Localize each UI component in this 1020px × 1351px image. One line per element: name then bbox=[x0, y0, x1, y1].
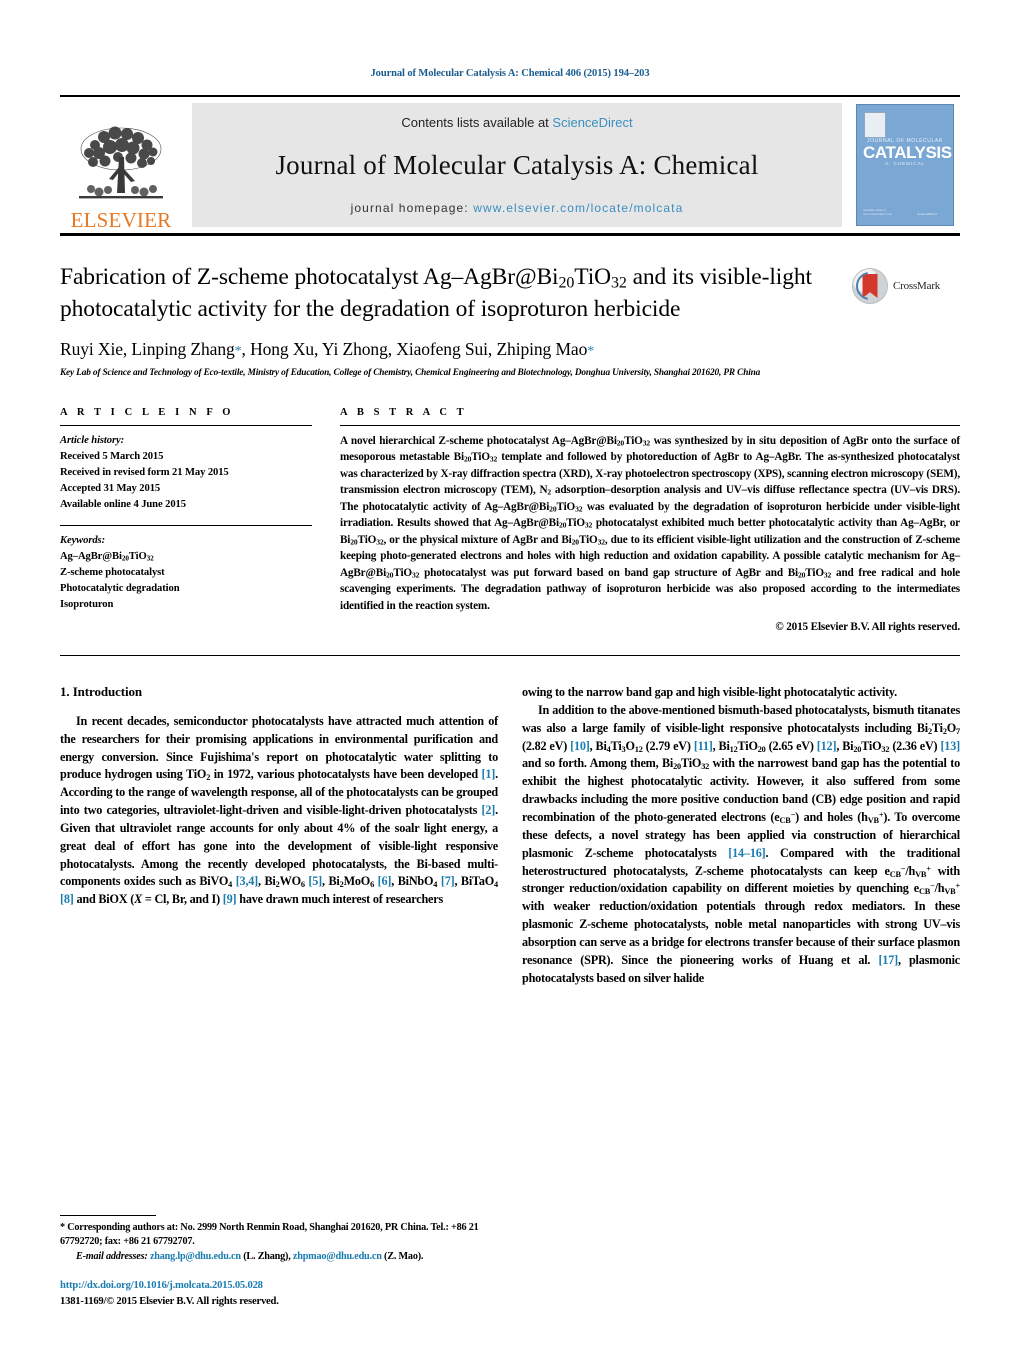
section-title-introduction: 1. Introduction bbox=[60, 683, 143, 699]
citation-1[interactable]: [1] bbox=[482, 767, 496, 781]
cover-title-group: JOURNAL OF MOLECULAR CATALYSIS A: CHEMIC… bbox=[863, 138, 952, 166]
citation-11[interactable]: [11] bbox=[694, 739, 713, 753]
running-head: Journal of Molecular Catalysis A: Chemic… bbox=[370, 68, 650, 79]
crossmark-icon bbox=[852, 268, 888, 304]
email-label: E-mail addresses: bbox=[76, 1250, 148, 1262]
crossmark-label: CrossMark bbox=[893, 280, 941, 292]
elsevier-tree-icon bbox=[79, 126, 163, 199]
footnote-block: * Corresponding authors at: No. 2999 Nor… bbox=[60, 1214, 480, 1309]
abstract-heading: A B S T R A C T bbox=[340, 406, 468, 418]
citation-17[interactable]: [17] bbox=[878, 953, 898, 967]
elsevier-logo: ELSEVIER bbox=[60, 97, 182, 233]
keyword-item-2: Z-scheme photocatalyst bbox=[60, 567, 165, 579]
citation-12[interactable]: [12] bbox=[817, 739, 837, 753]
journal-band: Contents lists available at ScienceDirec… bbox=[192, 103, 842, 227]
corresponding-author-marker-1: * bbox=[234, 344, 242, 360]
journal-title: Journal of Molecular Catalysis A: Chemic… bbox=[275, 150, 759, 180]
abstract-copyright: © 2015 Elsevier B.V. All rights reserved… bbox=[775, 620, 960, 633]
journal-cover-thumbnail[interactable]: JOURNAL OF MOLECULAR CATALYSIS A: CHEMIC… bbox=[850, 97, 960, 233]
journal-masthead: ELSEVIER Contents lists available at Sci… bbox=[60, 95, 960, 236]
doi-link[interactable]: http://dx.doi.org/10.1016/j.molcata.2015… bbox=[60, 1278, 480, 1293]
keywords-rule bbox=[60, 525, 312, 527]
article-first-page: Journal of Molecular Catalysis A: Chemic… bbox=[0, 0, 1020, 1351]
citation-8[interactable]: [8] bbox=[60, 892, 74, 906]
homepage-prefix: journal homepage: bbox=[350, 201, 474, 215]
citation-13[interactable]: [13] bbox=[940, 739, 960, 753]
article-info-heading: A R T I C L E I N F O bbox=[60, 406, 235, 418]
footnote-rule bbox=[60, 1214, 156, 1216]
journal-homepage-link[interactable]: www.elsevier.com/locate/molcata bbox=[473, 201, 683, 215]
title-block: Fabrication of Z-scheme photocatalyst Ag… bbox=[60, 262, 960, 381]
email-owner-1: (L. Zhang), bbox=[243, 1250, 291, 1262]
email-owner-2: (Z. Mao). bbox=[384, 1250, 424, 1262]
abstract-column: A B S T R A C T A novel hierarchical Z-s… bbox=[330, 407, 960, 633]
abstract-rule bbox=[340, 424, 960, 426]
journal-homepage-line: journal homepage: www.elsevier.com/locat… bbox=[351, 201, 684, 215]
paragraph-intro-1: In recent decades, semiconductor photoca… bbox=[60, 713, 498, 907]
email-addresses-note: E-mail addresses: zhang.lp@dhu.edu.cn (L… bbox=[60, 1250, 480, 1264]
citation-10[interactable]: [10] bbox=[570, 739, 590, 753]
sciencedirect-link[interactable]: ScienceDirect bbox=[552, 115, 632, 130]
citation-9[interactable]: [9] bbox=[223, 892, 237, 906]
issn-copyright-line: 1381-1169/© 2015 Elsevier B.V. All right… bbox=[60, 1295, 279, 1307]
abstract-bottom-rule bbox=[60, 654, 960, 656]
info-abstract-row: A R T I C L E I N F O Article history: R… bbox=[60, 407, 960, 633]
contents-lists-line: Contents lists available at ScienceDirec… bbox=[401, 115, 632, 130]
email-link-2[interactable]: zhpmao@dhu.edu.cn bbox=[293, 1251, 382, 1262]
email-link-1[interactable]: zhang.lp@dhu.edu.cn bbox=[150, 1251, 241, 1262]
cover-image: JOURNAL OF MOLECULAR CATALYSIS A: CHEMIC… bbox=[856, 104, 954, 226]
history-item-accepted: Accepted 31 May 2015 bbox=[60, 482, 161, 494]
article-history-label: Article history: bbox=[60, 434, 125, 446]
citation-14-16[interactable]: [14–16] bbox=[728, 846, 765, 860]
contents-prefix: Contents lists available at bbox=[401, 115, 553, 130]
keywords-label: Keywords: bbox=[60, 535, 106, 547]
keyword-item-3: Photocatalytic degradation bbox=[60, 583, 180, 595]
history-item-received: Received 5 March 2015 bbox=[60, 450, 164, 462]
cover-footer-right: ScienceDirect bbox=[917, 212, 937, 217]
keyword-item-4: Isoproturon bbox=[60, 598, 114, 610]
citation-7[interactable]: [7] bbox=[441, 874, 455, 888]
article-info-rule bbox=[60, 424, 312, 426]
citation-5[interactable]: [5] bbox=[308, 874, 322, 888]
cover-footer-left: Available online at www.sciencedirect.co… bbox=[863, 209, 892, 216]
paragraph-intro-2: In addition to the above-mentioned bismu… bbox=[522, 702, 961, 985]
body-column-right: owing to the narrow band gap and high vi… bbox=[522, 684, 960, 987]
history-item-online: Available online 4 June 2015 bbox=[60, 498, 186, 510]
history-item-revised: Received in revised form 21 May 2015 bbox=[60, 466, 229, 478]
keyword-item-1: Ag–AgBr@Bi20TiO32 bbox=[60, 551, 154, 563]
article-history-block: Article history: Received 5 March 2015 R… bbox=[60, 433, 312, 512]
elsevier-wordmark: ELSEVIER bbox=[70, 208, 172, 232]
crossmark-badge[interactable]: CrossMark bbox=[852, 268, 960, 304]
citation-2[interactable]: [2] bbox=[482, 803, 496, 817]
paragraph-intro-1-continued: owing to the narrow band gap and high vi… bbox=[522, 684, 897, 699]
author-affiliation: Key Lab of Science and Technology of Eco… bbox=[60, 368, 761, 379]
citation-6[interactable]: [6] bbox=[378, 874, 392, 888]
body-columns: 1. Introduction In recent decades, semic… bbox=[60, 684, 960, 987]
cover-corner-box bbox=[864, 112, 886, 138]
citation-3-4[interactable]: [3,4] bbox=[236, 874, 259, 888]
article-info-column: A R T I C L E I N F O Article history: R… bbox=[60, 407, 330, 633]
body-column-left: 1. Introduction In recent decades, semic… bbox=[60, 684, 498, 987]
corresponding-author-marker-2: * bbox=[587, 344, 595, 360]
page-title: Fabrication of Z-scheme photocatalyst Ag… bbox=[60, 264, 812, 322]
author-list: Ruyi Xie, Linping Zhang*, Hong Xu, Yi Zh… bbox=[60, 339, 595, 360]
cover-line-main: CATALYSIS bbox=[863, 143, 952, 162]
abstract-text: A novel hierarchical Z-scheme photocatal… bbox=[340, 434, 960, 612]
doi-block: http://dx.doi.org/10.1016/j.molcata.2015… bbox=[60, 1278, 480, 1309]
corresponding-author-note: * Corresponding authors at: No. 2999 Nor… bbox=[60, 1221, 479, 1248]
keywords-block: Keywords: Ag–AgBr@Bi20TiO32 Z-scheme pho… bbox=[60, 533, 312, 612]
